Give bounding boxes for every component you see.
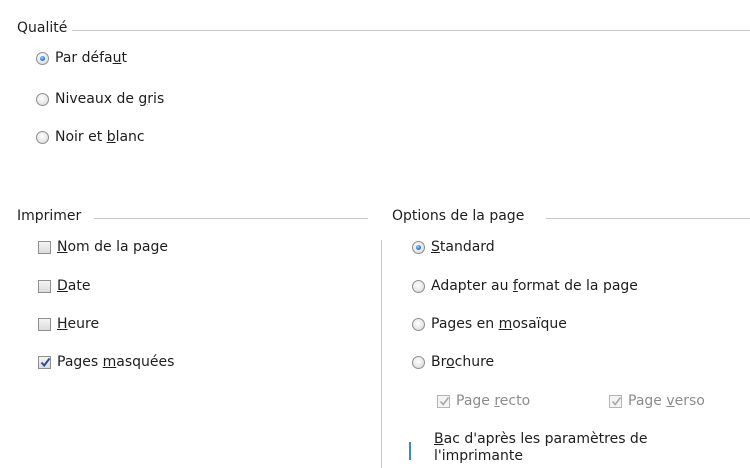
- checkbox[interactable]: [38, 240, 51, 254]
- printer-tray-label: Bac d'après les paramètres de l'impriman…: [434, 431, 648, 464]
- checkmark-icon: [40, 357, 51, 367]
- checkbox[interactable]: [38, 317, 51, 331]
- quality-group-title: Qualité: [17, 20, 68, 36]
- checkbox-checked[interactable]: [38, 355, 51, 369]
- page-options-divider: [546, 218, 750, 219]
- print-item-date[interactable]: Date: [38, 276, 90, 296]
- quality-option-blackwhite[interactable]: Noir et blanc: [36, 127, 145, 147]
- brochure-verso-checkbox[interactable]: Page verso: [609, 391, 705, 411]
- page-option-fit-label: Adapter au format de la page: [431, 278, 638, 294]
- radio-unselected[interactable]: [412, 317, 425, 331]
- page-option-standard[interactable]: Standard: [412, 237, 495, 257]
- brochure-recto-label: Page recto: [456, 393, 531, 409]
- quality-divider: [72, 30, 750, 31]
- print-group-title: Imprimer: [17, 208, 82, 224]
- print-item-time-label: Heure: [57, 316, 100, 332]
- checkbox[interactable]: [38, 279, 51, 293]
- page-option-standard-label: Standard: [431, 239, 495, 255]
- radio-selected[interactable]: [36, 51, 49, 65]
- brochure-verso-label: Page verso: [628, 393, 705, 409]
- checkmark-icon: [439, 396, 450, 406]
- printer-tray-checkbox[interactable]: Bac d'après les paramètres de l'impriman…: [409, 431, 647, 464]
- quality-option-grayscale[interactable]: Niveaux de gris: [36, 89, 164, 109]
- print-item-date-label: Date: [57, 278, 91, 294]
- radio-unselected[interactable]: [36, 92, 49, 106]
- radio-unselected[interactable]: [412, 279, 425, 293]
- print-item-hidden-pages[interactable]: Pages masquées: [38, 352, 174, 372]
- quality-option-blackwhite-label: Noir et blanc: [55, 129, 145, 145]
- page-options-vertical-divider: [381, 240, 382, 468]
- page-options-group-title: Options de la page: [392, 208, 525, 224]
- print-item-page-name-label: Nom de la page: [57, 239, 168, 255]
- checkbox-checked-disabled[interactable]: [609, 394, 622, 408]
- quality-option-default[interactable]: Par défaut: [36, 48, 127, 68]
- print-item-time[interactable]: Heure: [38, 314, 99, 334]
- radio-unselected[interactable]: [412, 355, 425, 369]
- checkbox-checked-disabled[interactable]: [437, 394, 450, 408]
- print-item-hidden-pages-label: Pages masquées: [57, 354, 175, 370]
- print-divider: [94, 218, 368, 219]
- page-option-brochure-label: Brochure: [431, 354, 495, 370]
- checkmark-icon: [611, 396, 622, 406]
- quality-option-default-label: Par défaut: [55, 50, 127, 66]
- radio-unselected[interactable]: [36, 130, 49, 144]
- page-option-fit[interactable]: Adapter au format de la page: [412, 276, 638, 296]
- print-item-page-name[interactable]: Nom de la page: [38, 237, 168, 257]
- quality-option-grayscale-label: Niveaux de gris: [55, 91, 165, 107]
- checkbox-focused[interactable]: [409, 442, 411, 460]
- page-option-tile-label: Pages en mosaïque: [431, 316, 567, 332]
- page-option-tile[interactable]: Pages en mosaïque: [412, 314, 567, 334]
- radio-selected[interactable]: [412, 240, 425, 254]
- page-option-brochure[interactable]: Brochure: [412, 352, 494, 372]
- brochure-recto-checkbox[interactable]: Page recto: [437, 391, 530, 411]
